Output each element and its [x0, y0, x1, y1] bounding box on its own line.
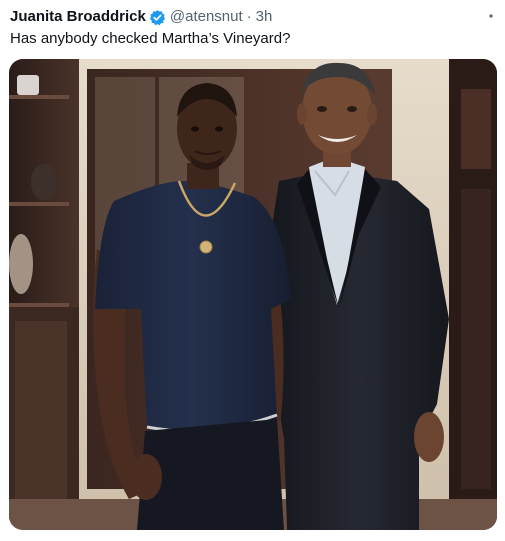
verified-badge-icon	[149, 9, 166, 26]
more-options-icon[interactable]	[483, 10, 499, 22]
separator-dot: ·	[246, 8, 252, 25]
tweet-card[interactable]: Juanita Broaddrick @atensnut · 3h Has an…	[0, 0, 505, 541]
tweet-text: Has anybody checked Martha’s Vineyard?	[10, 30, 291, 47]
tweet-timestamp[interactable]: 3h	[256, 7, 273, 27]
author-display-name[interactable]: Juanita Broaddrick	[10, 7, 146, 27]
author-handle[interactable]: @atensnut	[170, 7, 243, 27]
tweet-header: Juanita Broaddrick @atensnut · 3h	[10, 7, 272, 27]
tweet-photo[interactable]	[9, 59, 497, 530]
photo-illustration	[9, 59, 497, 530]
